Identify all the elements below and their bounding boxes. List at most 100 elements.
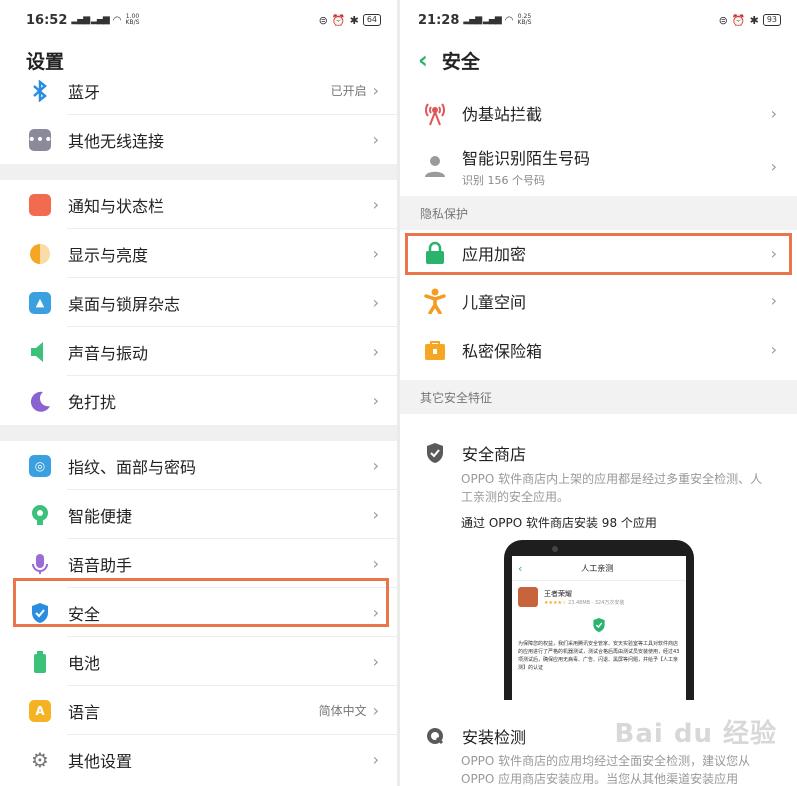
wifi-icon: ◠ (504, 14, 514, 26)
row-label: 通知与状态栏 (68, 196, 165, 216)
search-check-icon (422, 723, 448, 749)
row-label: 其他无线连接 (68, 131, 165, 151)
row-label: 私密保险箱 (462, 341, 543, 361)
status-bar: 21:28 ▂▄▆ ▂▄▆ ◠ 0.25 KB/S ⊜ ⏰ ✱ 93 (400, 0, 797, 40)
watermark-logo: Bai du 经验 (614, 719, 777, 749)
bluetooth-status-icon: ✱ (349, 13, 359, 27)
chevron-right-icon: › (770, 156, 777, 176)
section-header-other: 其它安全特征 (400, 380, 797, 414)
settings-row-1[interactable]: 蓝牙 已开启 › (0, 66, 397, 115)
battery-level: 64 (362, 14, 381, 26)
status-bar: 16:52 ▂▄▆ ▂▄▆ ◠ 1.00 KB/S ⊜ ⏰ ✱ 64 (0, 0, 397, 40)
sound-icon (29, 341, 51, 363)
row-stranger-number[interactable]: 智能识别陌生号码 识别 156 个号码 › (400, 136, 797, 196)
signal-icon: ▂▄▆ ▂▄▆ (463, 15, 501, 25)
row-label: 语言 (68, 702, 101, 722)
row-label: 蓝牙 (68, 82, 101, 102)
nfc-icon: ⊜ (318, 13, 328, 27)
chevron-right-icon: › (372, 244, 379, 263)
notification-icon (29, 193, 51, 216)
child-icon (422, 288, 448, 314)
bluetooth-icon (29, 79, 51, 102)
chevron-right-icon: › (372, 652, 379, 671)
status-time: 16:52 (26, 12, 68, 28)
row-label: 显示与亮度 (68, 245, 149, 265)
settings-row-2[interactable]: ••• 其他无线连接 › (0, 115, 397, 164)
battery-level: 93 (762, 14, 781, 26)
row-fake-base-station[interactable]: 伪基站拦截 › (400, 90, 797, 136)
row-value: 已开启 (330, 84, 367, 98)
row-label: 伪基站拦截 (462, 105, 543, 124)
settings-row-7[interactable]: 免打扰 › (0, 376, 397, 425)
gear-icon: ⚙ (31, 747, 49, 772)
settings-row-5[interactable]: ▲ 桌面与锁屏杂志 › (0, 278, 397, 327)
chevron-right-icon: › (372, 701, 379, 720)
settings-row-3[interactable]: 通知与状态栏 › (0, 180, 397, 229)
language-icon: A (29, 699, 51, 722)
row-sublabel: 识别 156 个号码 (462, 173, 545, 187)
battery-icon (29, 650, 51, 673)
chevron-right-icon: › (372, 81, 379, 100)
brightness-icon (29, 243, 51, 265)
microphone-icon (29, 553, 51, 575)
row-label: 指纹、面部与密码 (68, 457, 197, 477)
row-label: 其他设置 (68, 751, 133, 771)
settings-row-14[interactable]: ⚙ 其他设置 › (0, 735, 397, 784)
phone-illustration: ‹ 人工亲测 王者荣耀 ★★★★☆ 23.48MB · 324万次安装 为保障您… (504, 540, 694, 700)
phone-back-icon: ‹ (518, 561, 523, 575)
group-divider (0, 425, 397, 441)
moon-icon (29, 390, 51, 412)
row-label: 声音与振动 (68, 343, 149, 363)
chevron-right-icon: › (372, 293, 379, 312)
row-safe-store[interactable]: 安全商店 (400, 430, 797, 476)
fingerprint-icon: ◎ (29, 454, 51, 477)
chevron-right-icon: › (372, 750, 379, 769)
chevron-right-icon: › (372, 130, 379, 149)
title-bar: ‹ 安全 (400, 40, 797, 80)
settings-row-8[interactable]: ◎ 指纹、面部与密码 › (0, 441, 397, 490)
row-private-safe[interactable]: 私密保险箱 › (400, 325, 797, 374)
highlight-security (13, 578, 389, 627)
rating-stars-icon: ★★★★☆ (544, 599, 567, 606)
phone-app-name: 王者荣耀 (544, 589, 572, 598)
safe-store-section: 安全商店 OPPO 软件商店内上架的应用都是经过多重安全检测、人工亲测的安全应用… (400, 414, 797, 531)
highlight-app-lock (405, 233, 792, 275)
row-label: 智能便捷 (68, 506, 133, 526)
bluetooth-status-icon: ✱ (749, 13, 759, 27)
settings-row-6[interactable]: 声音与振动 › (0, 327, 397, 376)
more-dots-icon: ••• (28, 128, 52, 151)
row-kids-space[interactable]: 儿童空间 › (400, 276, 797, 325)
phone-text: 为保障您的权益，我们采用腾讯安全管家、安天实验室等工具对软件商店的应用进行了严格… (518, 641, 680, 671)
chevron-right-icon: › (770, 291, 777, 310)
chevron-right-icon: › (372, 554, 379, 573)
settings-row-9[interactable]: 智能便捷 › (0, 490, 397, 539)
phone-app-meta: 23.48MB · 324万次安装 (568, 599, 625, 606)
chevron-right-icon: › (372, 456, 379, 475)
settings-screen: 16:52 ▂▄▆ ▂▄▆ ◠ 1.00 KB/S ⊜ ⏰ ✱ 64 设置 蓝牙已… (0, 0, 397, 786)
security-screen: 21:28 ▂▄▆ ▂▄▆ ◠ 0.25 KB/S ⊜ ⏰ ✱ 93 ‹ 安全 伪… (400, 0, 797, 786)
back-arrow-icon[interactable]: ‹ (418, 46, 428, 74)
settings-row-12[interactable]: 电池 › (0, 637, 397, 686)
signal-icon: ▂▄▆ ▂▄▆ (71, 15, 109, 25)
person-icon (422, 153, 448, 179)
shield-check-icon (422, 440, 448, 466)
row-label: 电池 (68, 653, 101, 673)
chevron-right-icon: › (372, 342, 379, 361)
network-speed: 1.00 KB/S (125, 13, 140, 26)
row-label: 免打扰 (68, 392, 117, 412)
phone-shield-icon (512, 617, 686, 637)
group-divider (0, 164, 397, 180)
chevron-right-icon: › (372, 391, 379, 410)
nfc-icon: ⊜ (718, 13, 728, 27)
settings-row-13[interactable]: A 语言 简体中文 › (0, 686, 397, 735)
row-label: 智能识别陌生号码 (462, 148, 591, 168)
install-description: OPPO 软件商店的应用均经过全面安全检测，建议您从 OPPO 应用商店安装应用… (461, 754, 751, 786)
row-label: 桌面与锁屏杂志 (68, 294, 181, 314)
row-label: 安装检测 (462, 728, 527, 747)
settings-row-4[interactable]: 显示与亮度 › (0, 229, 397, 278)
row-value: 简体中文 (318, 704, 367, 718)
alarm-icon: ⏰ (731, 13, 746, 27)
smart-icon (29, 504, 51, 526)
row-label: 儿童空间 (462, 292, 527, 312)
safe-icon (422, 337, 448, 363)
